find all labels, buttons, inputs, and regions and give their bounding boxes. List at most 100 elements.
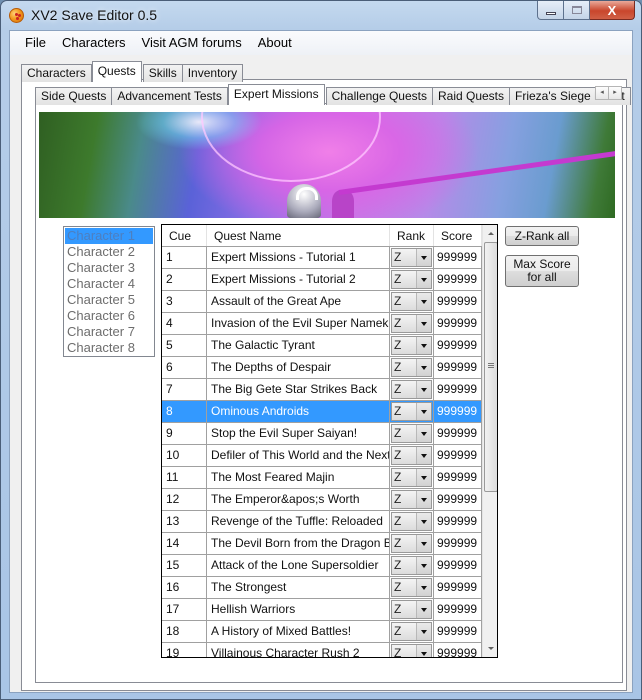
table-row[interactable]: 3 Assault of the Great Ape Z 999999 xyxy=(162,291,482,313)
chevron-down-icon[interactable] xyxy=(416,403,431,420)
cell-score[interactable]: 999999 xyxy=(434,599,482,620)
cell-score[interactable]: 999999 xyxy=(434,291,482,312)
rank-dropdown[interactable]: Z xyxy=(391,314,432,333)
cell-cue[interactable]: 9 xyxy=(162,423,207,444)
cell-quest-name[interactable]: The Most Feared Majin xyxy=(207,467,390,488)
chevron-down-icon[interactable] xyxy=(416,645,431,657)
cell-quest-name[interactable]: Villainous Character Rush 2 xyxy=(207,643,390,657)
table-row[interactable]: 2 Expert Missions - Tutorial 2 Z 999999 xyxy=(162,269,482,291)
z-rank-all-button[interactable]: Z-Rank all xyxy=(505,226,579,246)
cell-rank[interactable]: Z xyxy=(390,467,434,488)
table-row[interactable]: 1 Expert Missions - Tutorial 1 Z 999999 xyxy=(162,247,482,269)
rank-dropdown[interactable]: Z xyxy=(391,622,432,641)
chevron-down-icon[interactable] xyxy=(416,491,431,508)
cell-rank[interactable]: Z xyxy=(390,269,434,290)
cell-score[interactable]: 999999 xyxy=(434,247,482,268)
rank-dropdown[interactable]: Z xyxy=(391,468,432,487)
cell-score[interactable]: 999999 xyxy=(434,357,482,378)
cell-score[interactable]: 999999 xyxy=(434,401,482,422)
cell-rank[interactable]: Z xyxy=(390,445,434,466)
tab-challenge-quests[interactable]: Challenge Quests xyxy=(325,87,433,105)
chevron-down-icon[interactable] xyxy=(416,513,431,530)
cell-score[interactable]: 999999 xyxy=(434,643,482,657)
rank-dropdown[interactable]: Z xyxy=(391,292,432,311)
cell-cue[interactable]: 12 xyxy=(162,489,207,510)
column-header-cue[interactable]: Cue xyxy=(162,225,207,246)
rank-dropdown[interactable]: Z xyxy=(391,578,432,597)
table-row[interactable]: 15 Attack of the Lone Supersoldier Z 999999 xyxy=(162,555,482,577)
scroll-down-arrow-icon[interactable] xyxy=(483,640,497,657)
cell-rank[interactable]: Z xyxy=(390,357,434,378)
cell-quest-name[interactable]: Expert Missions - Tutorial 2 xyxy=(207,269,390,290)
cell-rank[interactable]: Z xyxy=(390,423,434,444)
scroll-up-arrow-icon[interactable] xyxy=(483,225,497,242)
cell-cue[interactable]: 4 xyxy=(162,313,207,334)
rank-dropdown[interactable]: Z xyxy=(391,446,432,465)
tab-scroll-left-button[interactable]: ◂ xyxy=(595,86,609,100)
chevron-down-icon[interactable] xyxy=(416,579,431,596)
cell-score[interactable]: 999999 xyxy=(434,445,482,466)
table-row[interactable]: 16 The Strongest Z 999999 xyxy=(162,577,482,599)
cell-rank[interactable]: Z xyxy=(390,577,434,598)
chevron-down-icon[interactable] xyxy=(416,535,431,552)
rank-dropdown[interactable]: Z xyxy=(391,358,432,377)
cell-rank[interactable]: Z xyxy=(390,335,434,356)
cell-cue[interactable]: 11 xyxy=(162,467,207,488)
rank-dropdown[interactable]: Z xyxy=(391,534,432,553)
chevron-down-icon[interactable] xyxy=(416,425,431,442)
cell-cue[interactable]: 13 xyxy=(162,511,207,532)
chevron-down-icon[interactable] xyxy=(416,337,431,354)
rank-dropdown[interactable]: Z xyxy=(391,490,432,509)
cell-cue[interactable]: 17 xyxy=(162,599,207,620)
rank-dropdown[interactable]: Z xyxy=(391,380,432,399)
cell-quest-name[interactable]: The Galactic Tyrant xyxy=(207,335,390,356)
table-row[interactable]: 10 Defiler of This World and the Next Z 999… xyxy=(162,445,482,467)
chevron-down-icon[interactable] xyxy=(416,249,431,266)
cell-rank[interactable]: Z xyxy=(390,555,434,576)
menu-about[interactable]: About xyxy=(250,32,300,54)
cell-rank[interactable]: Z xyxy=(390,313,434,334)
maximize-button[interactable] xyxy=(564,1,590,20)
cell-cue[interactable]: 8 xyxy=(162,401,207,422)
character-list-item[interactable]: Character 8 xyxy=(65,340,153,356)
cell-quest-name[interactable]: Invasion of the Evil Super Namek xyxy=(207,313,390,334)
character-list-item[interactable]: Character 1 xyxy=(65,228,153,244)
rank-dropdown[interactable]: Z xyxy=(391,336,432,355)
cell-cue[interactable]: 10 xyxy=(162,445,207,466)
menu-characters[interactable]: Characters xyxy=(54,32,134,54)
chevron-down-icon[interactable] xyxy=(416,557,431,574)
cell-cue[interactable]: 7 xyxy=(162,379,207,400)
minimize-button[interactable] xyxy=(537,1,564,20)
table-row[interactable]: 18 A History of Mixed Battles! Z 999999 xyxy=(162,621,482,643)
cell-score[interactable]: 999999 xyxy=(434,335,482,356)
column-header-score[interactable]: Score xyxy=(434,225,482,246)
cell-rank[interactable]: Z xyxy=(390,401,434,422)
table-row[interactable]: 17 Hellish Warriors Z 999999 xyxy=(162,599,482,621)
cell-cue[interactable]: 14 xyxy=(162,533,207,554)
rank-dropdown[interactable]: Z xyxy=(391,424,432,443)
table-row[interactable]: 19 Villainous Character Rush 2 Z 999999 xyxy=(162,643,482,657)
cell-quest-name[interactable]: Expert Missions - Tutorial 1 xyxy=(207,247,390,268)
table-row[interactable]: 8 Ominous Androids Z 999999 xyxy=(162,401,482,423)
cell-score[interactable]: 999999 xyxy=(434,621,482,642)
cell-score[interactable]: 999999 xyxy=(434,511,482,532)
character-list-item[interactable]: Character 2 xyxy=(65,244,153,260)
character-list-item[interactable]: Character 6 xyxy=(65,308,153,324)
chevron-down-icon[interactable] xyxy=(416,601,431,618)
tab-skills[interactable]: Skills xyxy=(142,64,183,82)
cell-quest-name[interactable]: Stop the Evil Super Saiyan! xyxy=(207,423,390,444)
chevron-down-icon[interactable] xyxy=(416,293,431,310)
cell-rank[interactable]: Z xyxy=(390,599,434,620)
max-score-for-all-button[interactable]: Max Score for all xyxy=(505,255,579,287)
table-row[interactable]: 12 The Emperor&apos;s Worth Z 999999 xyxy=(162,489,482,511)
tab-quests[interactable]: Quests xyxy=(91,61,142,82)
chevron-down-icon[interactable] xyxy=(416,271,431,288)
tab-side-quests[interactable]: Side Quests xyxy=(35,87,113,105)
cell-cue[interactable]: 2 xyxy=(162,269,207,290)
cell-rank[interactable]: Z xyxy=(390,247,434,268)
menu-file[interactable]: File xyxy=(17,32,54,54)
chevron-down-icon[interactable] xyxy=(416,381,431,398)
rank-dropdown[interactable]: Z xyxy=(391,512,432,531)
character-list-item[interactable]: Character 4 xyxy=(65,276,153,292)
cell-quest-name[interactable]: A History of Mixed Battles! xyxy=(207,621,390,642)
